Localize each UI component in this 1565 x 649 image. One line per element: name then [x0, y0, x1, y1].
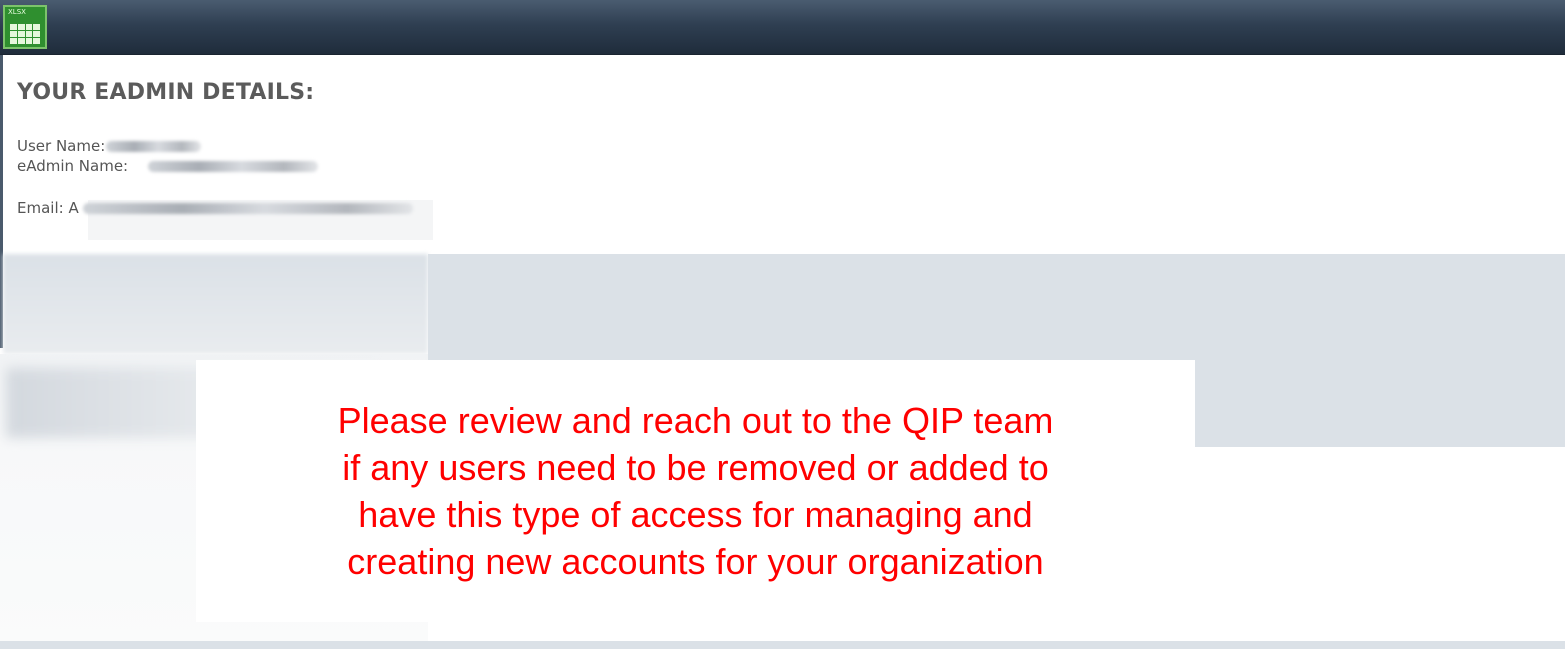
email-row: Email: A	[17, 199, 413, 218]
bottom-band	[0, 641, 1565, 649]
app-title-bar: XLSX	[0, 0, 1565, 55]
eadmin-name-row: eAdmin Name:	[17, 157, 319, 176]
user-name-row: User Name:	[17, 137, 202, 156]
xlsx-spreadsheet-icon[interactable]: XLSX	[3, 5, 47, 49]
eadmin-name-redacted	[148, 161, 319, 172]
user-name-label: User Name:	[17, 137, 106, 155]
spreadsheet-grid-glyph	[10, 24, 40, 44]
xlsx-icon-tag: XLSX	[8, 8, 26, 16]
qip-review-notice: Please review and reach out to the QIP t…	[196, 360, 1195, 622]
eadmin-details-heading: YOUR EADMIN DETAILS:	[17, 80, 315, 105]
user-name-redacted	[106, 141, 202, 152]
email-redacted	[82, 203, 413, 214]
redacted-band-left	[3, 254, 428, 354]
eadmin-name-label: eAdmin Name:	[17, 157, 129, 175]
notice-text: Please review and reach out to the QIP t…	[337, 400, 1054, 582]
email-label: Email: A	[17, 199, 79, 217]
